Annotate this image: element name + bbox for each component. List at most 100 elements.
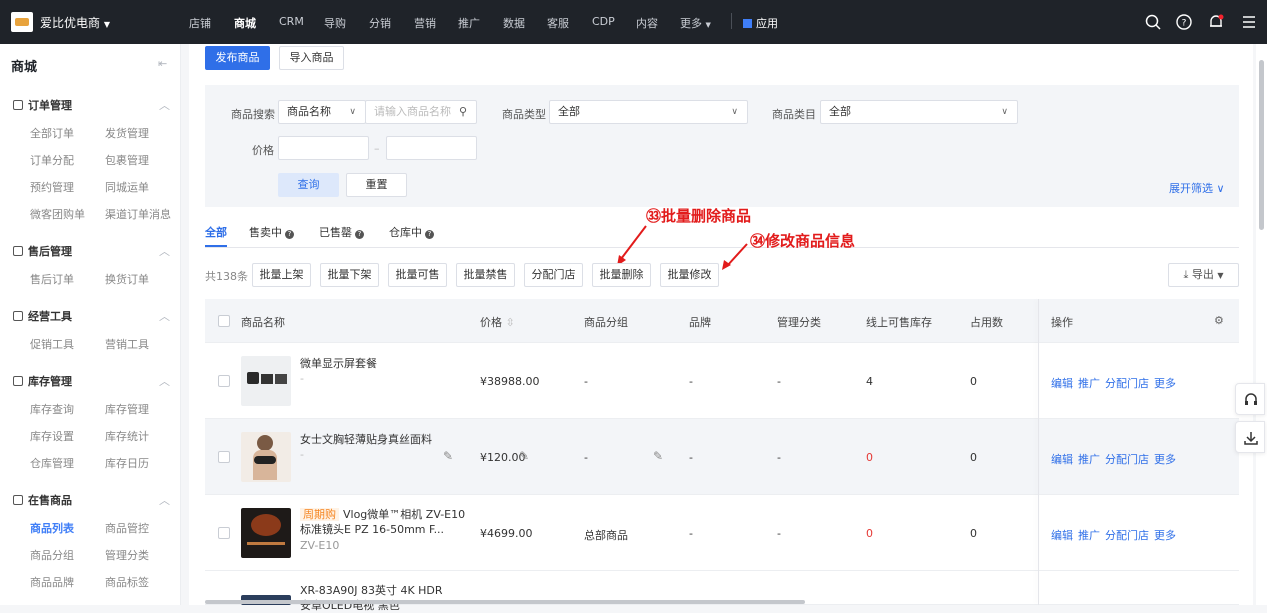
nav-item-content[interactable]: 内容 [636,15,658,31]
category-select[interactable]: 全部 ∨ [820,100,1018,124]
sidebar-item-exchange-orders[interactable]: 换货订单 [105,271,149,287]
sidebar-item-product-control[interactable]: 商品管控 [105,520,149,536]
nav-item-guide[interactable]: 导购 [324,15,346,31]
product-name[interactable]: 周期购 Vlog微单™相机 ZV-E10 标准镜头E PZ 16-50mm F..… [300,507,470,537]
bulk-forbid-button[interactable]: 批量禁售 [456,263,515,287]
sidebar-item-stock-manage[interactable]: 库存管理 [105,401,149,417]
sidebar-group-products[interactable]: 在售商品 ︿ [13,492,173,508]
promote-link[interactable]: 推广 [1078,529,1100,542]
assign-store-link[interactable]: 分配门店 [1105,529,1149,542]
download-float-button[interactable] [1235,421,1265,453]
nav-item-more[interactable]: 更多 ▼ [680,15,711,31]
col-price[interactable]: 价格 ⇳ [480,314,515,330]
settings-icon[interactable]: ⚙ [1214,314,1224,327]
page-scrollbar-thumb[interactable] [1259,60,1264,230]
sidebar-item-marketing-tools[interactable]: 营销工具 [105,336,149,352]
nav-item-cdp[interactable]: CDP [592,15,615,28]
nav-item-promotion[interactable]: 推广 [458,15,480,31]
bell-icon[interactable] [1207,13,1225,31]
edit-link[interactable]: 编辑 [1051,529,1073,542]
expand-filter-link[interactable]: 展开筛选 ∨ [1169,180,1225,196]
edit-price-icon[interactable]: ✎ [519,449,529,463]
nav-item-distribution[interactable]: 分销 [369,15,391,31]
type-select[interactable]: 全部 ∨ [549,100,748,124]
sidebar-item-stock-calendar[interactable]: 库存日历 [105,455,149,471]
sidebar-item-local-delivery[interactable]: 同城运单 [105,179,149,195]
sidebar-item-stock-settings[interactable]: 库存设置 [30,428,74,444]
sidebar-item-reservations[interactable]: 预约管理 [30,179,74,195]
nav-item-marketing[interactable]: 营销 [414,15,436,31]
sidebar-item-channel-messages[interactable]: 渠道订单消息 [105,206,171,222]
product-thumbnail[interactable] [241,356,291,406]
reset-button[interactable]: 重置 [346,173,407,197]
sidebar-item-packages[interactable]: 包裹管理 [105,152,149,168]
sidebar-item-promo-tools[interactable]: 促销工具 [30,336,74,352]
nav-item-crm[interactable]: CRM [279,15,304,28]
assign-store-link[interactable]: 分配门店 [1105,453,1149,466]
tab-on-sale[interactable]: 售卖中? [249,224,294,240]
publish-product-button[interactable]: 发布商品 [205,46,270,70]
sidebar-item-warehouse[interactable]: 仓库管理 [30,455,74,471]
edit-group-icon[interactable]: ✎ [653,449,663,463]
sidebar-item-stock-stats[interactable]: 库存统计 [105,428,149,444]
more-link[interactable]: 更多 [1154,453,1176,466]
menu-icon[interactable] [1240,13,1258,31]
sidebar-group-orders[interactable]: 订单管理 ︿ [13,97,173,113]
collapse-sidebar-icon[interactable]: ⇤ [158,57,167,70]
assign-store-button[interactable]: 分配门店 [524,263,583,287]
product-thumbnail[interactable] [241,432,291,482]
sidebar-item-product-groups[interactable]: 商品分组 [30,547,74,563]
row-checkbox[interactable] [218,527,230,539]
bulk-delist-button[interactable]: 批量下架 [320,263,379,287]
sidebar-group-tools[interactable]: 经营工具 ︿ [13,308,173,324]
sidebar-item-manage-categories[interactable]: 管理分类 [105,547,149,563]
price-min-input[interactable] [278,136,369,160]
help-icon[interactable]: ? [1175,13,1193,31]
price-max-input[interactable] [386,136,477,160]
bulk-modify-button[interactable]: 批量修改 [660,263,719,287]
promote-link[interactable]: 推广 [1078,377,1100,390]
product-name[interactable]: 微单显示屏套餐 [300,356,377,371]
sidebar-item-order-assign[interactable]: 订单分配 [30,152,74,168]
import-product-button[interactable]: 导入商品 [279,46,344,70]
bulk-sellable-button[interactable]: 批量可售 [388,263,447,287]
search-input[interactable]: 请输入商品名称 ⚲ [365,100,477,124]
select-all-checkbox[interactable] [218,315,230,327]
query-button[interactable]: 查询 [278,173,339,197]
sidebar-item-all-orders[interactable]: 全部订单 [30,125,74,141]
edit-link[interactable]: 编辑 [1051,453,1073,466]
sidebar-item-tags[interactable]: 商品标签 [105,574,149,590]
more-link[interactable]: 更多 [1154,377,1176,390]
nav-item-data[interactable]: 数据 [503,15,525,31]
sidebar-item-shipping[interactable]: 发货管理 [105,125,149,141]
sidebar-item-brands[interactable]: 商品品牌 [30,574,74,590]
row-checkbox[interactable] [218,451,230,463]
bulk-delete-button[interactable]: 批量删除 [592,263,651,287]
tab-all[interactable]: 全部 [205,224,227,240]
sidebar-item-stock-query[interactable]: 库存查询 [30,401,74,417]
horizontal-scrollbar[interactable] [205,600,805,604]
sidebar-item-product-list[interactable]: 商品列表 [30,520,74,536]
product-name[interactable]: 女士文胸轻薄贴身真丝面料 [300,432,432,447]
tab-warehouse[interactable]: 仓库中? [389,224,434,240]
search-icon[interactable] [1144,13,1162,31]
tab-sold-out[interactable]: 已售罄? [319,224,364,240]
sidebar-group-inventory[interactable]: 库存管理 ︿ [13,373,173,389]
nav-item-store[interactable]: 店铺 [189,15,211,31]
product-thumbnail[interactable] [241,508,291,558]
bulk-list-button[interactable]: 批量上架 [252,263,311,287]
assign-store-link[interactable]: 分配门店 [1105,377,1149,390]
product-name[interactable]: XR-83A90J 83英寸 4K HDR 安卓OLED电视 黑色 [300,583,450,613]
sidebar-item-group-buy[interactable]: 微客团购单 [30,206,85,222]
nav-item-service[interactable]: 客服 [547,15,569,31]
row-checkbox[interactable] [218,375,230,387]
brand-switcher[interactable]: 爱比优电商 ▼ [40,14,110,31]
more-link[interactable]: 更多 [1154,529,1176,542]
edit-name-icon[interactable]: ✎ [443,449,453,463]
search-field-select[interactable]: 商品名称 ∨ [278,100,366,124]
export-button[interactable]: ⤓ 导出 ▼ [1168,263,1239,287]
sidebar-item-aftersales-orders[interactable]: 售后订单 [30,271,74,287]
edit-link[interactable]: 编辑 [1051,377,1073,390]
nav-item-apps[interactable]: 应用 [743,15,778,31]
sidebar-group-aftersales[interactable]: 售后管理 ︿ [13,243,173,259]
